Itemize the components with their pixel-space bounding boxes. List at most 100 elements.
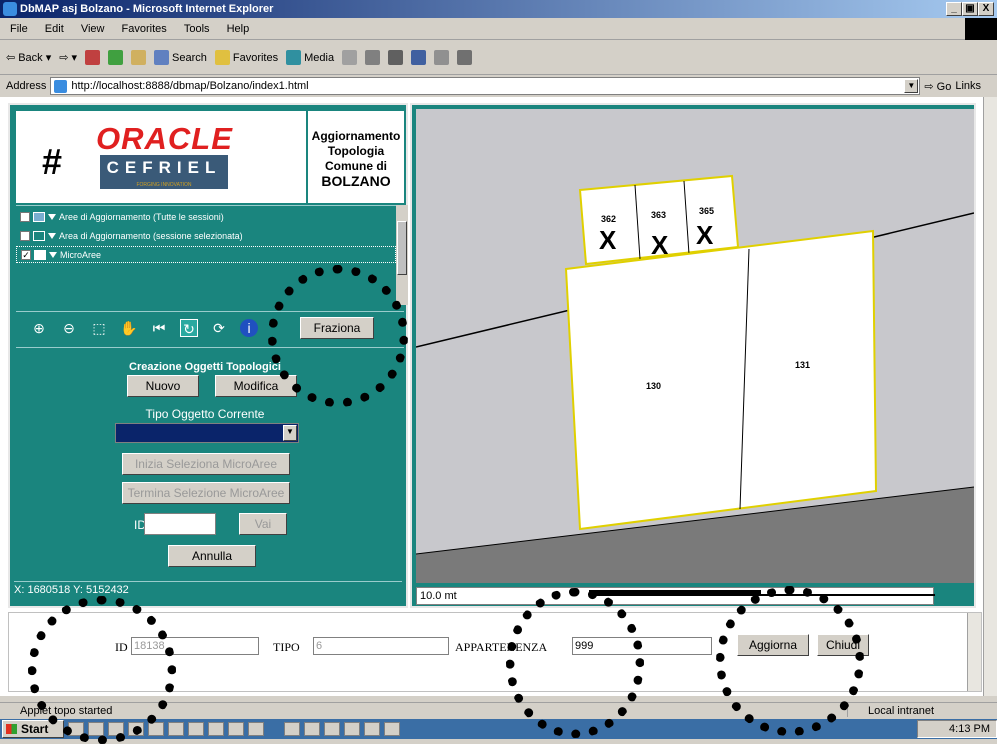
restore-button[interactable]: ▣ [962, 2, 978, 16]
browser-toolbar: ⇦ Back ▾ ⇨ ▾ Search Favorites Media [0, 41, 997, 75]
form-scrollbar[interactable] [967, 613, 981, 691]
favorites-icon [214, 50, 230, 65]
info-icon[interactable]: i [240, 318, 258, 337]
layer-item[interactable]: ✓ MicroAree [16, 246, 396, 263]
address-label: Address [6, 80, 47, 92]
layer-checkbox[interactable] [20, 211, 30, 222]
parcel-lower-block[interactable] [564, 229, 878, 531]
taskbar-app-icon[interactable] [228, 722, 244, 736]
parcel-label: 365 [699, 206, 714, 216]
quicklaunch-icon[interactable] [384, 722, 400, 736]
go-button[interactable]: ⇨ Go [924, 80, 951, 93]
menu-view[interactable]: View [81, 23, 105, 35]
refresh-icon[interactable]: ↻ [180, 318, 198, 337]
select-icon[interactable]: ⟳ [210, 319, 228, 337]
layer-color-swatch [33, 230, 45, 241]
layer-color-swatch [34, 249, 46, 260]
quicklaunch-icon[interactable] [284, 722, 300, 736]
annotation-circle [506, 588, 644, 738]
annulla-button[interactable]: Annulla [168, 545, 256, 567]
zone-indicator: Local intranet [847, 705, 997, 717]
tipo-form-label: TIPO [273, 640, 300, 654]
parcel-label: 362 [601, 214, 616, 224]
deleted-marker: X [599, 225, 617, 255]
page-scrollbar[interactable] [983, 97, 997, 696]
taskbar-app-icon[interactable] [248, 722, 264, 736]
home-icon[interactable] [131, 50, 147, 65]
deleted-marker: X [651, 230, 669, 260]
logo-tagline: FORGING INNOVATION [100, 181, 228, 189]
messenger-icon[interactable] [457, 50, 473, 65]
quicklaunch-icon[interactable] [364, 722, 380, 736]
favorites-button[interactable]: Favorites [214, 50, 278, 65]
layer-scrollbar[interactable] [396, 205, 408, 305]
menu-favorites[interactable]: Favorites [122, 23, 167, 35]
cefriel-logo: CEFRIEL [100, 155, 228, 181]
menu-tools[interactable]: Tools [184, 23, 210, 35]
forward-button[interactable]: ⇨ ▾ [59, 51, 77, 64]
layer-dropdown-icon[interactable] [48, 232, 56, 239]
address-dropdown[interactable]: ▼ [904, 79, 919, 93]
layer-item[interactable]: Aree di Aggiornamento (Tutte le sessioni… [16, 208, 396, 225]
close-button[interactable]: X [978, 2, 994, 16]
zoom-box-icon[interactable]: ⬚ [90, 319, 108, 337]
layer-checkbox[interactable] [20, 230, 30, 241]
scale-bar: 10.0 mt [416, 587, 935, 605]
taskbar-app-icon[interactable] [168, 722, 184, 736]
history-icon[interactable] [342, 50, 358, 65]
links-button[interactable]: Links [955, 80, 981, 92]
refresh-icon[interactable] [108, 50, 124, 65]
back-button[interactable]: ⇦ Back ▾ [6, 51, 51, 65]
address-input[interactable]: http://localhost:8888/dbmap/Bolzano/inde… [50, 77, 921, 95]
map-canvas[interactable]: 362 363 365 X X X 130 131 [416, 109, 974, 583]
search-button[interactable]: Search [154, 50, 207, 65]
tipo-label: Tipo Oggetto Corrente [145, 407, 265, 421]
media-button[interactable]: Media [286, 50, 334, 65]
taskbar-app-icon[interactable] [208, 722, 224, 736]
layer-item[interactable]: Area di Aggiornamento (sessione selezion… [16, 227, 396, 244]
taskbar-app-icon[interactable] [188, 722, 204, 736]
tipo-form-input[interactable]: 6 [313, 637, 449, 655]
inizia-seleziona-button[interactable]: Inizia Seleziona MicroAree [122, 453, 290, 475]
discuss-icon[interactable] [434, 50, 450, 65]
deleted-marker: X [696, 220, 714, 250]
window-title: DbMAP asj Bolzano - Microsoft Internet E… [20, 3, 274, 15]
chevron-down-icon[interactable]: ▼ [283, 425, 297, 441]
panel-title: Aggiornamento Topologia Comune di BOLZAN… [308, 111, 404, 203]
minimize-button[interactable]: _ [946, 2, 962, 16]
parcel-label: 130 [646, 381, 661, 391]
zoom-out-icon[interactable]: ⊖ [60, 319, 78, 337]
menu-help[interactable]: Help [227, 23, 250, 35]
quicklaunch-icon[interactable] [344, 722, 360, 736]
windows-logo-icon [965, 18, 997, 40]
layer-checkbox[interactable]: ✓ [21, 249, 31, 260]
pan-hand-icon[interactable]: ✋ [120, 319, 138, 337]
print-icon[interactable] [388, 50, 404, 65]
quicklaunch-icon[interactable] [304, 722, 320, 736]
full-extent-icon[interactable]: ⏮ [150, 319, 168, 337]
back-arrow-icon: ⇦ [6, 52, 16, 64]
oracle-logo: ORACLE [96, 121, 233, 156]
menu-edit[interactable]: Edit [45, 23, 64, 35]
quicklaunch-icon[interactable] [324, 722, 340, 736]
parcel-label: 363 [651, 210, 666, 220]
layer-dropdown-icon[interactable] [49, 251, 57, 258]
map-panel[interactable]: 362 363 365 X X X 130 131 10.0 mt [410, 103, 976, 608]
ie-icon [3, 2, 17, 16]
address-bar: Address http://localhost:8888/dbmap/Bolz… [0, 76, 997, 96]
mail-icon[interactable] [365, 50, 381, 65]
menu-file[interactable]: File [10, 23, 28, 35]
layer-dropdown-icon[interactable] [48, 213, 56, 220]
vai-button[interactable]: Vai [239, 513, 287, 535]
coordinates-readout: X: 1680518 Y: 5152432 [14, 581, 402, 596]
zoom-in-icon[interactable]: ⊕ [30, 319, 48, 337]
stop-icon[interactable] [85, 50, 101, 65]
tipo-select[interactable]: ▼ [115, 423, 299, 443]
id-input[interactable] [144, 513, 216, 535]
taskbar-clock: 4:13 PM [917, 720, 997, 738]
nuovo-button[interactable]: Nuovo [127, 375, 199, 397]
edit-icon[interactable] [411, 50, 427, 65]
window-title-bar: DbMAP asj Bolzano - Microsoft Internet E… [0, 0, 997, 18]
annotation-circle [268, 265, 408, 407]
termina-selezione-button[interactable]: Termina Selezione MicroAree [122, 482, 290, 504]
